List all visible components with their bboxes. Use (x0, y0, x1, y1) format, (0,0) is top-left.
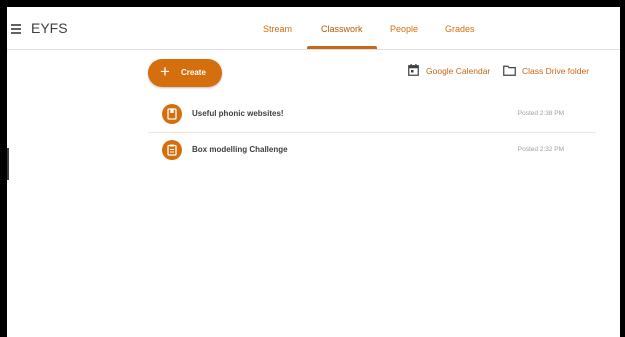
item-title: Box modelling Challenge (192, 145, 288, 154)
top-app-bar: EYFS Stream Classwork People Grades (7, 7, 620, 50)
window-edge-marker (7, 148, 9, 180)
class-drive-folder-label: Class Drive folder (522, 66, 590, 76)
classwork-item[interactable]: Useful phonic websites! Posted 2:38 PM (148, 98, 596, 134)
item-posted-time: Posted 2:38 PM (517, 110, 564, 117)
item-divider (148, 132, 596, 133)
folder-icon (503, 65, 516, 76)
screenshot-border-right (620, 0, 625, 337)
create-button[interactable]: + Create (148, 59, 222, 87)
google-calendar-label: Google Calendar (426, 66, 491, 76)
classwork-item[interactable]: Box modelling Challenge Posted 2:32 PM (148, 134, 596, 170)
main-menu-icon[interactable] (11, 24, 21, 34)
material-icon (162, 104, 182, 124)
create-label: Create (181, 68, 206, 77)
assignment-icon (162, 140, 182, 160)
screenshot-border-top (0, 0, 625, 7)
item-title: Useful phonic websites! (192, 109, 284, 118)
class-drive-folder-link[interactable]: Class Drive folder (503, 64, 595, 78)
plus-icon: + (160, 62, 170, 81)
tab-stream[interactable]: Stream (263, 24, 292, 34)
item-posted-time: Posted 2:32 PM (517, 146, 564, 153)
screenshot-border-left (0, 0, 7, 337)
tab-people[interactable]: People (390, 24, 418, 34)
tab-classwork[interactable]: Classwork (321, 24, 363, 34)
active-tab-indicator (307, 46, 377, 49)
calendar-icon (408, 64, 419, 76)
tab-grades[interactable]: Grades (445, 24, 475, 34)
google-calendar-link[interactable]: Google Calendar (408, 64, 496, 78)
class-title[interactable]: EYFS (31, 20, 68, 36)
